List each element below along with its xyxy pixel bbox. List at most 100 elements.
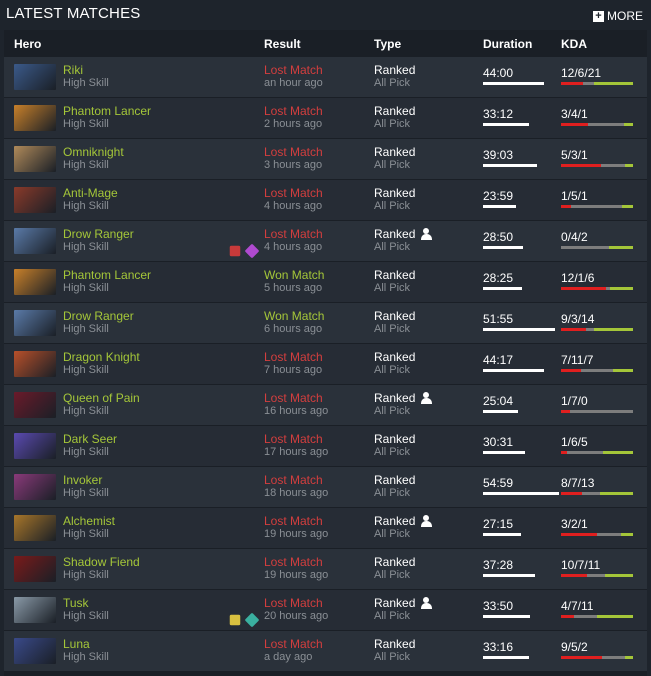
match-result-link[interactable]: Lost Match bbox=[264, 473, 323, 487]
match-result-link[interactable]: Lost Match bbox=[264, 555, 323, 569]
match-row[interactable]: Drow Ranger High Skill Lost Match 4 hours a… bbox=[4, 221, 647, 261]
match-result-link[interactable]: Lost Match bbox=[264, 63, 323, 77]
hero-portrait[interactable] bbox=[14, 392, 56, 418]
hero-name-link[interactable]: Alchemist bbox=[63, 514, 115, 528]
match-result-link[interactable]: Won Match bbox=[264, 309, 324, 323]
hero-name-link[interactable]: Drow Ranger bbox=[63, 309, 134, 323]
match-result-link[interactable]: Lost Match bbox=[264, 145, 323, 159]
match-row[interactable]: Dragon Knight High Skill Lost Match 7 hours… bbox=[4, 344, 647, 384]
hero-name-link[interactable]: Anti-Mage bbox=[63, 186, 118, 200]
hero-name-link[interactable]: Tusk bbox=[63, 596, 89, 610]
match-result-link[interactable]: Lost Match bbox=[264, 186, 323, 200]
hero-portrait[interactable] bbox=[14, 310, 56, 336]
match-row[interactable]: Drow Ranger High Skill Won Match 6 hours ag… bbox=[4, 303, 647, 343]
game-mode: All Pick bbox=[374, 569, 411, 581]
match-row[interactable]: Phantom Lancer High Skill Lost Match 2 hour… bbox=[4, 98, 647, 138]
lobby-type: Ranked bbox=[374, 268, 416, 282]
match-duration: 44:00 bbox=[483, 66, 514, 80]
match-result-link[interactable]: Lost Match bbox=[264, 104, 323, 118]
match-row[interactable]: Phantom Lancer High Skill Won Match 5 hours… bbox=[4, 262, 647, 302]
match-result-link[interactable]: Lost Match bbox=[264, 514, 323, 528]
skill-bracket: High Skill bbox=[63, 118, 109, 130]
match-duration: 33:50 bbox=[483, 599, 514, 613]
match-row[interactable]: Luna High Skill Lost Match a day ago Ranked A… bbox=[4, 631, 647, 671]
hero-name-link[interactable]: Drow Ranger bbox=[63, 227, 134, 241]
hero-name-link[interactable]: Phantom Lancer bbox=[63, 268, 151, 282]
purple-blade-icon[interactable] bbox=[244, 243, 260, 259]
duration-bar bbox=[483, 492, 559, 495]
match-result-link[interactable]: Lost Match bbox=[264, 596, 323, 610]
match-row[interactable]: Shadow Fiend High Skill Lost Match 19 hours… bbox=[4, 549, 647, 589]
swap-item-icon[interactable] bbox=[244, 612, 260, 628]
key-item-icon[interactable] bbox=[229, 614, 241, 626]
hero-name-link[interactable]: Dragon Knight bbox=[63, 350, 140, 364]
hero-name-link[interactable]: Omniknight bbox=[63, 145, 124, 159]
hero-name-link[interactable]: Dark Seer bbox=[63, 432, 117, 446]
match-result-link[interactable]: Won Match bbox=[264, 268, 324, 282]
kills-segment bbox=[561, 492, 582, 495]
lobby-type: Ranked bbox=[374, 104, 416, 118]
hero-portrait[interactable] bbox=[14, 474, 56, 500]
column-header-type[interactable]: Type bbox=[374, 37, 401, 51]
match-result-link[interactable]: Lost Match bbox=[264, 350, 323, 364]
column-header-result[interactable]: Result bbox=[264, 37, 301, 51]
match-row[interactable]: Tusk High Skill Lost Match 20 hours ago Rank… bbox=[4, 590, 647, 630]
game-mode: All Pick bbox=[374, 77, 411, 89]
hero-portrait[interactable] bbox=[14, 597, 56, 623]
hero-portrait[interactable] bbox=[14, 351, 56, 377]
hero-portrait[interactable] bbox=[14, 187, 56, 213]
hero-name-link[interactable]: Invoker bbox=[63, 473, 102, 487]
party-icon bbox=[421, 228, 433, 240]
duration-bar bbox=[483, 123, 529, 126]
match-row[interactable]: Queen of Pain High Skill Lost Match 16 hour… bbox=[4, 385, 647, 425]
hero-name-link[interactable]: Shadow Fiend bbox=[63, 555, 140, 569]
game-mode: All Pick bbox=[374, 651, 411, 663]
deaths-segment bbox=[583, 82, 594, 85]
kills-segment bbox=[561, 123, 588, 126]
game-mode: All Pick bbox=[374, 282, 411, 294]
match-type: Ranked bbox=[374, 473, 415, 487]
column-header-hero[interactable]: Hero bbox=[14, 37, 41, 51]
match-row[interactable]: Omniknight High Skill Lost Match 3 hours ag… bbox=[4, 139, 647, 179]
plus-icon: + bbox=[593, 10, 604, 22]
hero-portrait[interactable] bbox=[14, 105, 56, 131]
match-row[interactable]: Dark Seer High Skill Lost Match 17 hours ag… bbox=[4, 426, 647, 466]
column-header-kda[interactable]: KDA bbox=[561, 37, 587, 51]
match-result-link[interactable]: Lost Match bbox=[264, 391, 323, 405]
hero-portrait[interactable] bbox=[14, 146, 56, 172]
game-mode: All Pick bbox=[374, 487, 411, 499]
hero-name-link[interactable]: Phantom Lancer bbox=[63, 104, 151, 118]
hero-portrait[interactable] bbox=[14, 556, 56, 582]
hero-name-link[interactable]: Queen of Pain bbox=[63, 391, 140, 405]
match-result-link[interactable]: Lost Match bbox=[264, 227, 323, 241]
duration-bar bbox=[483, 574, 535, 577]
deaths-segment bbox=[597, 533, 621, 536]
match-row[interactable]: Riki High Skill Lost Match an hour ago Ranke… bbox=[4, 57, 647, 97]
hero-portrait[interactable] bbox=[14, 64, 56, 90]
match-type: Ranked bbox=[374, 268, 415, 282]
kills-segment bbox=[561, 369, 581, 372]
match-row[interactable]: Alchemist High Skill Lost Match 19 hours ag… bbox=[4, 508, 647, 548]
column-header-duration[interactable]: Duration bbox=[483, 37, 532, 51]
kda-bar bbox=[561, 615, 633, 618]
hero-name-link[interactable]: Luna bbox=[63, 637, 90, 651]
assists-segment bbox=[594, 328, 633, 331]
hero-portrait[interactable] bbox=[14, 269, 56, 295]
more-label: MORE bbox=[607, 9, 643, 23]
hero-portrait[interactable] bbox=[14, 638, 56, 664]
more-button[interactable]: + MORE bbox=[593, 9, 643, 23]
kills-segment bbox=[561, 410, 570, 413]
skill-bracket: High Skill bbox=[63, 487, 109, 499]
deaths-segment bbox=[561, 246, 609, 249]
hero-portrait[interactable] bbox=[14, 228, 56, 254]
match-result-link[interactable]: Lost Match bbox=[264, 637, 323, 651]
hero-name-link[interactable]: Riki bbox=[63, 63, 83, 77]
lobby-type: Ranked bbox=[374, 186, 416, 200]
match-result-link[interactable]: Lost Match bbox=[264, 432, 323, 446]
hero-portrait[interactable] bbox=[14, 433, 56, 459]
match-row[interactable]: Anti-Mage High Skill Lost Match 4 hours ago… bbox=[4, 180, 647, 220]
hero-portrait[interactable] bbox=[14, 515, 56, 541]
match-row[interactable]: Invoker High Skill Lost Match 18 hours ago R… bbox=[4, 467, 647, 507]
red-item-icon[interactable] bbox=[229, 245, 241, 257]
kills-segment bbox=[561, 533, 597, 536]
